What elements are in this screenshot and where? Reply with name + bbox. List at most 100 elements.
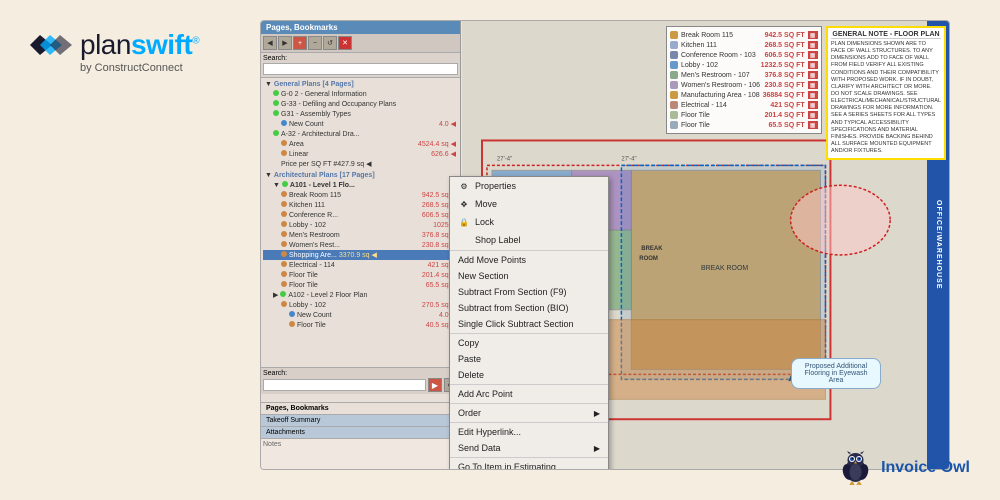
tree-newcount2[interactable]: New Count 4.0 ◀: [263, 310, 458, 320]
room-name-manufacturing: Manufacturing Area - 108: [681, 92, 760, 99]
room-dot-kitchen: [670, 41, 678, 49]
room-dot-womens: [670, 81, 678, 89]
menu-sep-5: [450, 422, 608, 423]
tree-shopping[interactable]: Shopping Are... 3370.9 sq ◀: [263, 250, 458, 260]
tb-add[interactable]: +: [293, 36, 307, 50]
menu-subtract-bio[interactable]: Subtract from Section (BIO): [450, 300, 608, 316]
menu-move[interactable]: ✥ Move: [450, 195, 608, 213]
menu-single-click-subtract[interactable]: Single Click Subtract Section: [450, 316, 608, 332]
menu-copy[interactable]: Copy: [450, 335, 608, 351]
tb-back[interactable]: ◀: [263, 36, 277, 50]
room-row-floortile2: Floor Tile 65.5 SQ FT ▦: [670, 120, 818, 130]
search-input[interactable]: [263, 63, 458, 75]
tree-general-plans[interactable]: ▼ General Plans [4 Pages]: [263, 80, 458, 89]
menu-go-estimating[interactable]: Go To Item in Estimating: [450, 459, 608, 470]
tree-a102[interactable]: ▶ A102 - Level 2 Floor Plan: [263, 290, 458, 300]
tb-remove[interactable]: −: [308, 36, 322, 50]
room-icon-electrical: ▦: [808, 101, 818, 109]
tree-conference[interactable]: Conference R... 606.5 sq ◀: [263, 210, 458, 220]
menu-add-arc-point[interactable]: Add Arc Point: [450, 386, 608, 402]
room-value-mens: 376.8 SQ FT: [765, 72, 805, 79]
menu-delete[interactable]: Delete: [450, 367, 608, 383]
tree-g002[interactable]: G-0 2 - General Information: [263, 89, 458, 99]
screenshot-container: Pages, Bookmarks ◀ ▶ + − ↺ ✕ Search: ▼ G…: [260, 20, 950, 470]
menu-add-move-points[interactable]: Add Move Points: [450, 252, 608, 268]
tree-price[interactable]: Price per SQ FT #427.9 sq ◀: [263, 159, 458, 169]
tree-linear[interactable]: Linear 626.6 ◀: [263, 149, 458, 159]
menu-edit-hyperlink[interactable]: Edit Hyperlink...: [450, 424, 608, 440]
room-value-manufacturing: 36884 SQ FT: [763, 92, 805, 99]
tree-electrical[interactable]: Electrical - 114 421 sq ◀: [263, 260, 458, 270]
tb-refresh[interactable]: ↺: [323, 36, 337, 50]
room-dot-floortile2: [670, 121, 678, 129]
tree-content: ▼ General Plans [4 Pages] G-0 2 - Genera…: [261, 78, 460, 332]
svg-text:ROOM: ROOM: [639, 256, 658, 262]
rooms-list: Break Room 115 942.5 SQ FT ▦ Kitchen 111…: [666, 26, 822, 134]
room-name-conference: Conference Room - 103: [681, 52, 762, 59]
room-value-floortile1: 201.4 SQ FT: [765, 112, 805, 119]
logo-text: planswift®: [80, 31, 199, 59]
tree-a32[interactable]: A-32 - Architectural Dra...: [263, 129, 458, 139]
tree-mens[interactable]: Men's Restroom 376.8 sq ◀: [263, 230, 458, 240]
room-name-mens: Men's Restroom - 107: [681, 72, 762, 79]
room-row-womens: Women's Restroom - 106 230.8 SQ FT ▦: [670, 80, 818, 90]
send-data-arrow: ▶: [594, 444, 600, 453]
search-go-btn[interactable]: ▶: [428, 378, 442, 392]
logo-subtitle: by ConstructConnect: [80, 62, 183, 74]
room-dot-electrical: [670, 101, 678, 109]
notes-area: Notes: [261, 439, 461, 469]
room-row-kitchen: Kitchen 111 268.5 SQ FT ▦: [670, 40, 818, 50]
tab-attachments[interactable]: Attachments: [261, 427, 461, 439]
tree-g31[interactable]: G31 - Assembly Types: [263, 109, 458, 119]
room-dot-manufacturing: [670, 91, 678, 99]
menu-lock[interactable]: 🔒 Lock: [450, 213, 608, 231]
menu-send-data[interactable]: Send Data ▶: [450, 440, 608, 456]
room-dot-conference: [670, 51, 678, 59]
tree-kitchen[interactable]: Kitchen 111 268.5 sq ◀: [263, 200, 458, 210]
tree-new-count-1[interactable]: New Count 4.0 ◀: [263, 119, 458, 129]
svg-text:27'-4": 27'-4": [621, 156, 636, 162]
tab-pages-bookmarks[interactable]: Pages, Bookmarks: [261, 403, 461, 415]
logo-area: planswift® by ConstructConnect: [30, 30, 199, 74]
room-dot-floortile1: [670, 111, 678, 119]
room-row-electrical: Electrical - 114 421 SQ FT ▦: [670, 100, 818, 110]
tree-floortile2[interactable]: Floor Tile 65.5 sq ◀: [263, 280, 458, 290]
tree-a101[interactable]: ▼ A101 - Level 1 Flo...: [263, 180, 458, 190]
room-icon-conference: ▦: [808, 51, 818, 59]
tree-floortile1[interactable]: Floor Tile 201.4 sq ◀: [263, 270, 458, 280]
menu-shop-label[interactable]: Shop Label: [450, 231, 608, 249]
logo-swift: swift: [131, 29, 192, 60]
tree-arch-plans[interactable]: ▼ Architectural Plans [17 Pages]: [263, 171, 458, 180]
lock-icon: 🔒: [458, 216, 470, 228]
tree-area[interactable]: Area 4524.4 sq ◀: [263, 139, 458, 149]
room-row-manufacturing: Manufacturing Area - 108 36884 SQ FT ▦: [670, 90, 818, 100]
bottom-search-input[interactable]: [263, 379, 426, 391]
flooring-bubble: Proposed Additional Flooring in Eyewash …: [791, 358, 881, 389]
general-note-box: GENERAL NOTE - FLOOR PLAN PLAN DIMENSION…: [826, 26, 946, 160]
general-note-content: PLAN DIMENSIONS SHOWN ARE TO FACE OF WAL…: [831, 41, 941, 155]
tree-lobby2[interactable]: Lobby - 102 270.5 sq ◀: [263, 300, 458, 310]
room-value-breakroom: 942.5 SQ FT: [765, 32, 805, 39]
tree-g033[interactable]: G-33 - Defiling and Occupancy Plans: [263, 99, 458, 109]
room-name-lobby: Lobby - 102: [681, 62, 758, 69]
menu-sep-1: [450, 250, 608, 251]
tree-breakroom[interactable]: Break Room 115 942.5 sq ◀: [263, 190, 458, 200]
room-row-lobby: Lobby - 102 1232.5 SQ FT ▦: [670, 60, 818, 70]
tab-takeoff-summary[interactable]: Takeoff Summary: [261, 415, 461, 427]
tree-lobby[interactable]: Lobby - 102 1025 ◀: [263, 220, 458, 230]
toolbar-row: ◀ ▶ + − ↺ ✕: [261, 34, 460, 53]
room-icon-floortile1: ▦: [808, 111, 818, 119]
tb-forward[interactable]: ▶: [278, 36, 292, 50]
menu-paste[interactable]: Paste: [450, 351, 608, 367]
tree-floortile3[interactable]: Floor Tile 40.5 sq ◀: [263, 320, 458, 330]
room-icon-mens: ▦: [808, 71, 818, 79]
room-name-womens: Women's Restroom - 106: [681, 82, 762, 89]
menu-subtract-f9[interactable]: Subtract From Section (F9): [450, 284, 608, 300]
room-value-electrical: 421 SQ FT: [770, 102, 804, 109]
menu-order[interactable]: Order ▶: [450, 405, 608, 421]
menu-properties[interactable]: ⚙ Properties: [450, 177, 608, 195]
menu-new-section[interactable]: New Section: [450, 268, 608, 284]
tree-womens[interactable]: Women's Rest... 230.8 sq ◀: [263, 240, 458, 250]
properties-icon: ⚙: [458, 180, 470, 192]
tb-close[interactable]: ✕: [338, 36, 352, 50]
